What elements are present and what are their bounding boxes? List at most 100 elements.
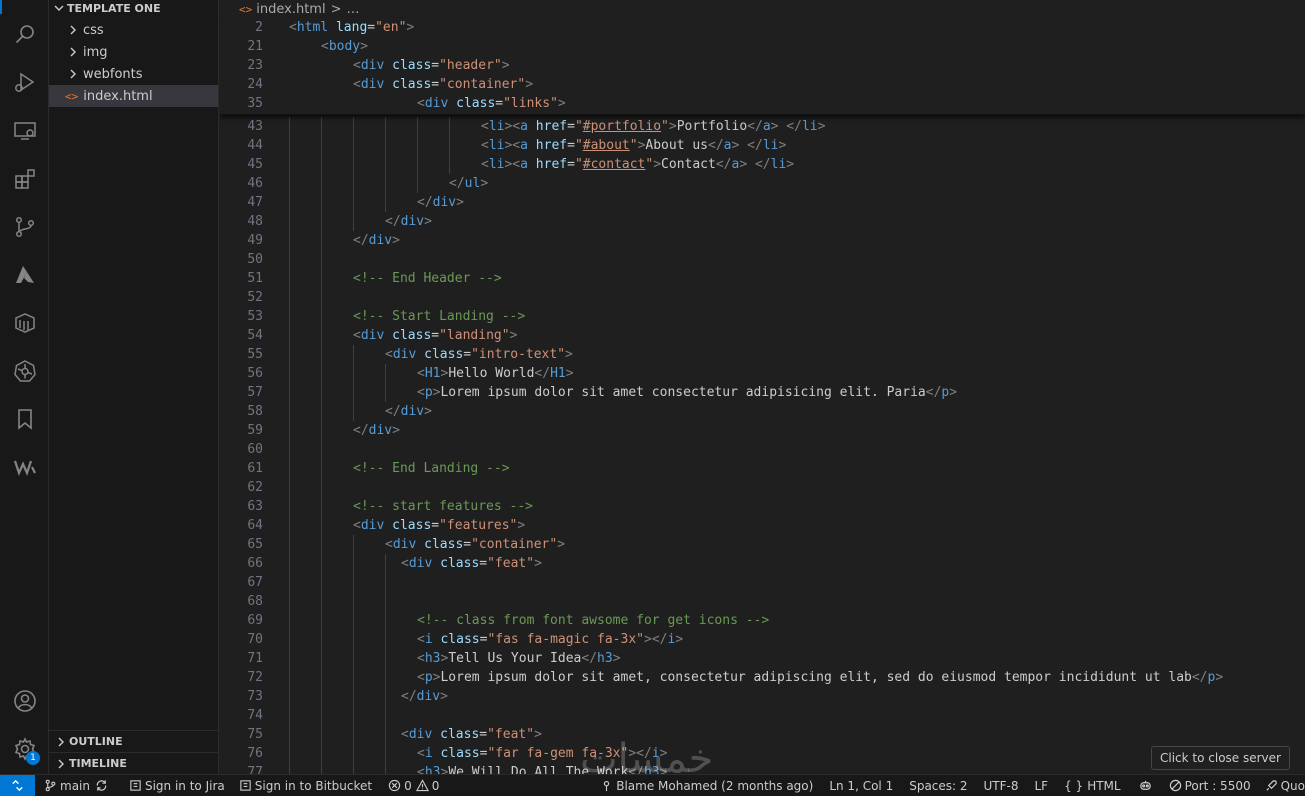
code-line[interactable]: 63 <!-- start features --> [220,497,1305,516]
code-line[interactable]: 71 <h3>Tell Us Your Idea</h3> [220,649,1305,668]
cursor-position[interactable]: Ln 1, Col 1 [824,775,898,796]
code-editor[interactable]: <> index.html > … 2 <html lang="en"> 21 <bo… [220,0,1305,774]
tree-item-img[interactable]: img [49,41,218,63]
code-line[interactable]: 74 [220,706,1305,725]
code-line[interactable]: 49 </div> [220,231,1305,250]
code-line[interactable]: 67 [220,573,1305,592]
indent-guide [353,383,354,402]
code-line[interactable]: 69 <!-- class from font awsome for get ic… [220,611,1305,630]
outline-panel-header[interactable]: OUTLINE [49,730,219,752]
code-line[interactable]: 73 </div> [220,687,1305,706]
code-line[interactable]: 70 <i class="fas fa-magic fa-3x"></i> [220,630,1305,649]
activity-bar: 1 [0,0,49,774]
code-token: </ [385,214,401,229]
wallaby-icon[interactable] [12,454,38,480]
live-server-port[interactable]: Port : 5500 [1164,775,1256,796]
code-token: li [801,119,818,134]
problems-status[interactable]: 0 0 [383,775,444,796]
code-token: > [565,366,574,381]
bitbucket-sign-in[interactable]: Sign in to Bitbucket [234,775,377,796]
kubernetes-icon[interactable] [12,358,38,384]
code-token: div [408,727,433,742]
code-line[interactable]: 77 <h3>We Will Do All The Work</h3> [220,763,1305,774]
timeline-panel-header[interactable]: TIMELINE [49,752,219,774]
eol-status[interactable]: LF [1030,775,1054,796]
code-line[interactable]: 68 [220,592,1305,611]
search-icon[interactable] [12,21,38,47]
tree-item-css[interactable]: css [49,19,218,41]
source-control-icon[interactable] [12,214,38,240]
indent-guide [353,649,354,668]
azure-icon[interactable] [12,262,38,288]
code-lines[interactable]: 43 <li><a href="#portfolio">Portfolio</a>… [220,117,1305,774]
code-line[interactable]: 66 <div class="feat"> [220,554,1305,573]
indent-guide [385,155,386,174]
code-token: > </ [739,157,771,172]
run-debug-icon[interactable] [12,70,38,96]
indentation-status[interactable]: Spaces: 2 [904,775,972,796]
code-line[interactable]: 72 <p > Lorem ipsum dolor sit amet, consect… [220,668,1305,687]
git-branch-status[interactable]: main [39,775,116,796]
code-line[interactable]: 58 </div> [220,402,1305,421]
copilot-status[interactable] [1134,775,1160,796]
code-line[interactable]: 47 </div> [220,193,1305,212]
code-line[interactable]: 51 <!-- End Header --> [220,269,1305,288]
code-line[interactable]: 44 <li><a href="#about">About us</a> </li… [220,136,1305,155]
account-icon[interactable] [12,688,38,714]
code-line[interactable]: 76 <i class="far fa-gem fa-3x"></i> [220,744,1305,763]
code-line[interactable]: 23 <div class="header"> [220,56,1305,75]
sync-icon[interactable] [95,779,108,792]
code-line[interactable]: 2 <html lang="en"> [220,18,1305,37]
breadcrumb-file[interactable]: index.html [256,2,325,17]
indent-guide [385,193,386,212]
docker-icon[interactable] [12,310,38,336]
tree-item-webfonts[interactable]: webfonts [49,63,218,85]
code-line[interactable]: 60 [220,440,1305,459]
code-line[interactable]: 55 <div class="intro-text"> [220,345,1305,364]
bookmark-icon[interactable] [12,406,38,432]
quokka-status[interactable]: Quo [1260,775,1305,796]
indent-guide [385,687,386,706]
line-number: 73 [247,689,263,704]
code-line[interactable]: 46 </ul> [220,174,1305,193]
code-line[interactable]: 64 <div class="features"> [220,516,1305,535]
sticky-scroll-header[interactable]: 2 <html lang="en"> 21 <body> 23 <div class="h… [220,18,1305,115]
code-line[interactable]: 62 [220,478,1305,497]
code-token: Portfolio [676,119,748,134]
indent-guide [289,174,290,193]
extensions-icon[interactable] [12,166,38,192]
code-token: > [360,39,368,54]
code-line[interactable]: 21 <body> [220,37,1305,56]
breadcrumb-more[interactable]: … [346,2,359,17]
code-line[interactable]: 61 <!-- End Landing --> [220,459,1305,478]
remote-indicator[interactable] [0,774,35,796]
code-line[interactable]: 56 <H1>Hello World</H1> [220,364,1305,383]
code-text: <div class="container"> [385,535,565,554]
code-token: class [424,347,464,362]
remote-explorer-icon[interactable] [12,118,38,144]
code-line[interactable]: 50 [220,250,1305,269]
code-token: > [817,119,826,134]
code-token: > [653,157,662,172]
tree-item-index-html[interactable]: <> index.html [49,85,218,107]
code-line[interactable]: 75 <div class="feat"> [220,725,1305,744]
code-line[interactable]: 52 [220,288,1305,307]
code-line[interactable]: 53 <!-- Start Landing --> [220,307,1305,326]
code-line[interactable]: 57 <p > Lorem ipsum dolor sit amet consecte… [220,383,1305,402]
code-line[interactable]: 48 </div> [220,212,1305,231]
code-line[interactable]: 54 <div class="landing"> [220,326,1305,345]
code-line[interactable]: 43 <li><a href="#portfolio">Portfolio</a>… [220,117,1305,136]
language-mode[interactable]: { } HTML [1059,775,1126,796]
code-token: = [479,727,488,742]
code-line[interactable]: 35 <div class="links"> [220,94,1305,113]
code-token: div [400,214,425,229]
indent-guide [321,725,322,744]
code-line[interactable]: 59 </div> [220,421,1305,440]
code-line[interactable]: 45 <li><a href="#contact">Contact</a> </l… [220,155,1305,174]
jira-sign-in[interactable]: Sign in to Jira [124,775,230,796]
encoding-status[interactable]: UTF-8 [979,775,1024,796]
explorer-folder-header[interactable]: TEMPLATE ONE [49,0,218,16]
code-line[interactable]: 24 <div class="container"> [220,75,1305,94]
code-line[interactable]: 65 <div class="container"> [220,535,1305,554]
